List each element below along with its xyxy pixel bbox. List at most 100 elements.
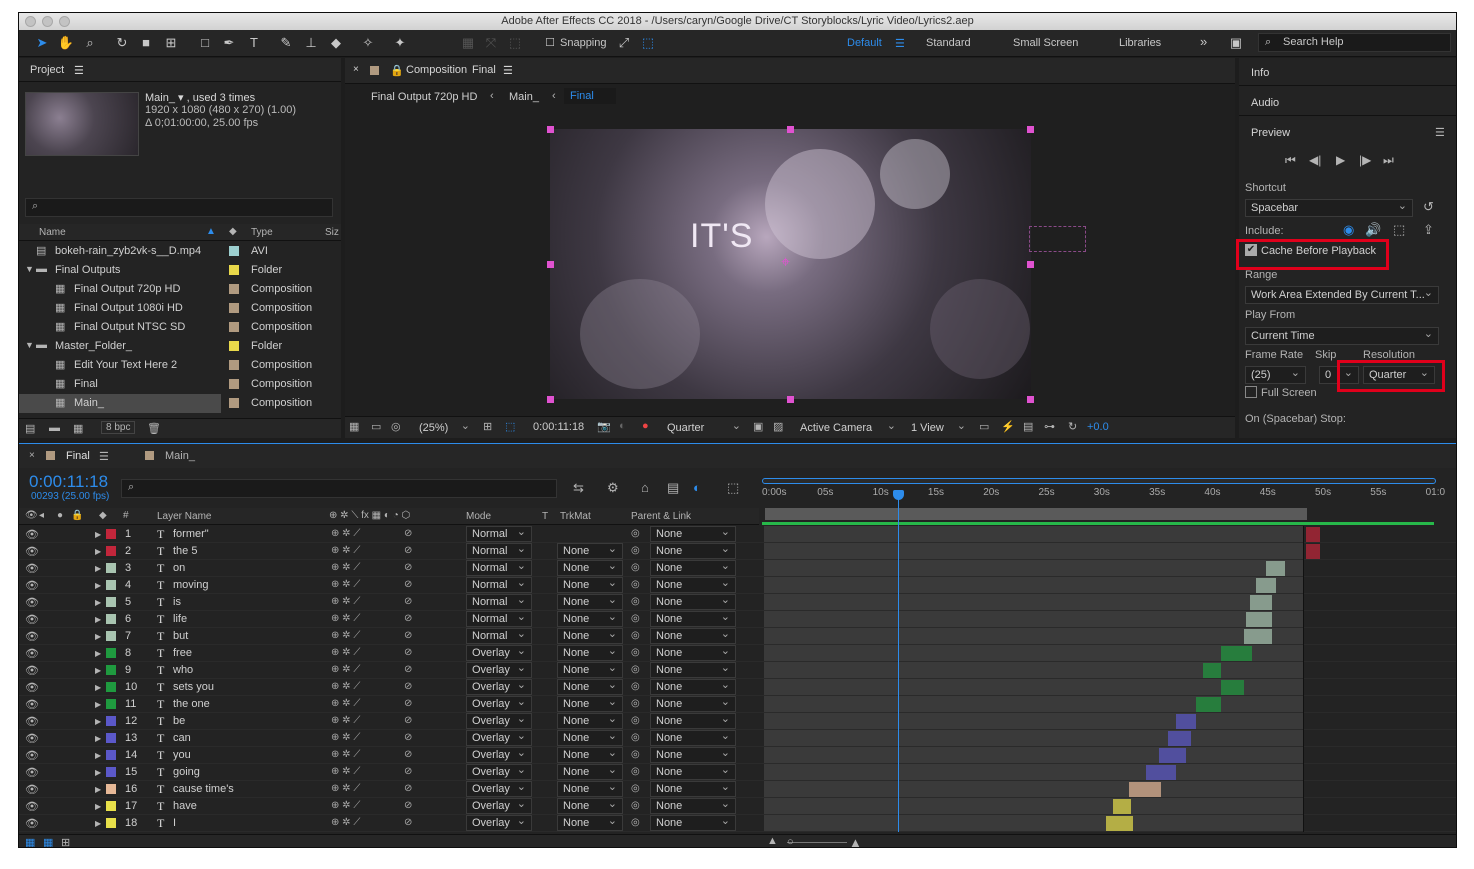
- label-color-swatch[interactable]: [106, 784, 116, 794]
- blend-mode-select[interactable]: Normal: [466, 593, 532, 610]
- timeline-layer-row[interactable]: 👁 ▶ 6 Tlife ⊕ ✲ ⟋ ⊘ Normal None ◎ None: [19, 610, 1456, 628]
- eye-icon[interactable]: 👁: [25, 664, 39, 677]
- layer-duration-bar[interactable]: [1203, 663, 1221, 678]
- snap-edges-icon[interactable]: ⤢: [615, 34, 633, 52]
- label-color-swatch[interactable]: [106, 631, 116, 641]
- label-color-swatch[interactable]: [106, 648, 116, 658]
- eye-icon[interactable]: 👁: [25, 630, 39, 643]
- label-color-swatch[interactable]: [106, 597, 116, 607]
- parent-pick-whip-icon[interactable]: ◎: [631, 681, 640, 692]
- blend-mode-select[interactable]: Overlay: [466, 763, 532, 780]
- frame-blending-icon[interactable]: ▤: [667, 480, 679, 496]
- project-item-row[interactable]: ▦ Final Output 720p HD Composition: [19, 280, 341, 299]
- parent-select[interactable]: None: [650, 797, 736, 814]
- panel-menu-icon[interactable]: ☰: [99, 450, 109, 463]
- sync-settings-icon[interactable]: ▣: [1227, 34, 1245, 52]
- lock-icon[interactable]: 🔒: [71, 510, 83, 521]
- reset-exposure-icon[interactable]: ↻: [1068, 420, 1077, 433]
- layer-switches-icon[interactable]: ⊕ ✲ ⟋: [331, 749, 360, 760]
- workspace-standard[interactable]: Standard: [926, 37, 971, 49]
- project-item-row[interactable]: ▦ Main_ Composition: [19, 394, 312, 413]
- eye-icon[interactable]: 👁: [25, 783, 39, 796]
- disclosure-triangle-icon[interactable]: ▶: [95, 649, 101, 658]
- project-item-name[interactable]: Main_ ▾ , used 3 times: [145, 91, 255, 104]
- frame-rate-select[interactable]: (25): [1245, 365, 1306, 384]
- eye-icon[interactable]: 👁: [25, 681, 39, 694]
- region-of-interest-icon[interactable]: ▣: [753, 420, 763, 433]
- layer-switches-icon[interactable]: ▦: [25, 836, 35, 847]
- minimize-window-button[interactable]: [42, 16, 53, 27]
- disclosure-triangle-icon[interactable]: ▶: [95, 581, 101, 590]
- pen-tool-icon[interactable]: ✒: [220, 34, 238, 52]
- include-video-icon[interactable]: ◉: [1343, 222, 1354, 238]
- timeline-search-input[interactable]: ⌕: [121, 479, 557, 498]
- parent-pick-whip-icon[interactable]: ◎: [631, 664, 640, 675]
- label-icon[interactable]: ◆: [99, 510, 107, 521]
- toggle-transparency-icon[interactable]: ▨: [773, 420, 783, 433]
- project-panel-title[interactable]: Project: [30, 64, 64, 76]
- label-color-swatch[interactable]: [106, 563, 116, 573]
- selection-tool-icon[interactable]: ➤: [33, 34, 51, 52]
- transparency-grid-icon[interactable]: ⬚: [505, 420, 515, 433]
- parent-pick-whip-icon[interactable]: ◎: [631, 749, 640, 760]
- blend-mode-select[interactable]: Overlay: [466, 729, 532, 746]
- parent-select[interactable]: None: [650, 695, 736, 712]
- new-composition-icon[interactable]: ▦: [73, 422, 83, 435]
- eye-icon[interactable]: 👁: [25, 528, 39, 541]
- timeline-layer-row[interactable]: 👁 ▶ 11 Tthe one ⊕ ✲ ⟋ ⊘ Overlay None ◎ None: [19, 695, 1456, 713]
- graph-editor-icon[interactable]: ⬚: [727, 480, 739, 496]
- tab-final[interactable]: Final: [66, 450, 90, 462]
- label-color-swatch[interactable]: [106, 767, 116, 777]
- solo-icon[interactable]: ●: [57, 510, 63, 521]
- layer-duration-bar[interactable]: [1146, 765, 1176, 780]
- parent-select[interactable]: None: [650, 559, 736, 576]
- disclosure-triangle-icon[interactable]: ▶: [95, 530, 101, 539]
- label-color-swatch[interactable]: [106, 614, 116, 624]
- blend-mode-select[interactable]: Normal: [466, 610, 532, 627]
- layer-switches-icon[interactable]: ⊕ ✲ ⟋: [331, 562, 360, 573]
- audio-icon[interactable]: ◂: [39, 510, 44, 521]
- layer-name[interactable]: who: [173, 664, 193, 676]
- timeline-layer-row[interactable]: 👁 ▶ 18 TI ⊕ ✲ ⟋ ⊘ Overlay None ◎ None: [19, 814, 1456, 832]
- hide-shy-layers-icon[interactable]: ⌂: [641, 480, 649, 495]
- motion-blur-switch-icon[interactable]: ⊘: [404, 613, 412, 624]
- parent-pick-whip-icon[interactable]: ◎: [631, 528, 640, 539]
- layer-duration-bar[interactable]: [1306, 527, 1320, 542]
- col-layer-name[interactable]: Layer Name: [157, 511, 211, 522]
- next-frame-icon[interactable]: |▶: [1359, 153, 1371, 167]
- time-ruler[interactable]: 0:00s 05s 10s 15s 20s 25s 30s 35s 40s 45s 50s 55s 01…: [762, 487, 1445, 503]
- current-time-display[interactable]: 0:00:11:18: [533, 421, 584, 433]
- panel-menu-icon[interactable]: ☰: [1435, 126, 1445, 139]
- layer-name[interactable]: you: [173, 749, 191, 761]
- reset-icon[interactable]: ↺: [1423, 199, 1434, 215]
- anchor-point-icon[interactable]: ⌖: [781, 254, 790, 272]
- camera-select[interactable]: Active Camera: [794, 418, 902, 437]
- axis-world-icon[interactable]: ⤧: [482, 34, 500, 52]
- bit-depth-button[interactable]: 8 bpc: [101, 421, 136, 434]
- workspace-libraries[interactable]: Libraries: [1119, 37, 1161, 49]
- layer-name[interactable]: going: [173, 766, 200, 778]
- transform-handle[interactable]: [787, 396, 794, 403]
- eye-icon[interactable]: 👁: [25, 510, 38, 521]
- draft-3d-icon[interactable]: ⚙: [607, 480, 619, 496]
- label-color-swatch[interactable]: [106, 682, 116, 692]
- interpret-footage-icon[interactable]: ▤: [25, 422, 35, 435]
- parent-pick-whip-icon[interactable]: ◎: [631, 732, 640, 743]
- comp-panel-name[interactable]: Final: [472, 64, 496, 76]
- close-tab-icon[interactable]: ×: [29, 450, 35, 461]
- zoom-window-button[interactable]: [59, 16, 70, 27]
- label-color-swatch[interactable]: [229, 303, 239, 313]
- snapshot-icon[interactable]: 📷: [597, 420, 611, 433]
- layer-duration-bar[interactable]: [1176, 714, 1196, 729]
- work-area-bar[interactable]: [765, 508, 1307, 520]
- zoom-tool-icon[interactable]: ⌕: [81, 34, 99, 52]
- zoom-in-icon[interactable]: ▲: [849, 835, 862, 847]
- include-audio-icon[interactable]: 🔊: [1365, 222, 1381, 238]
- blend-mode-select[interactable]: Normal: [466, 525, 532, 542]
- disclosure-triangle-icon[interactable]: ▶: [95, 632, 101, 641]
- track-matte-select[interactable]: None: [557, 780, 623, 797]
- layer-switches-icon[interactable]: ⊕ ✲ ⟋: [331, 817, 360, 828]
- layer-switches-icon[interactable]: ⊕ ✲ ⟋: [331, 766, 360, 777]
- label-color-swatch[interactable]: [229, 360, 239, 370]
- eraser-tool-icon[interactable]: ◆: [327, 34, 345, 52]
